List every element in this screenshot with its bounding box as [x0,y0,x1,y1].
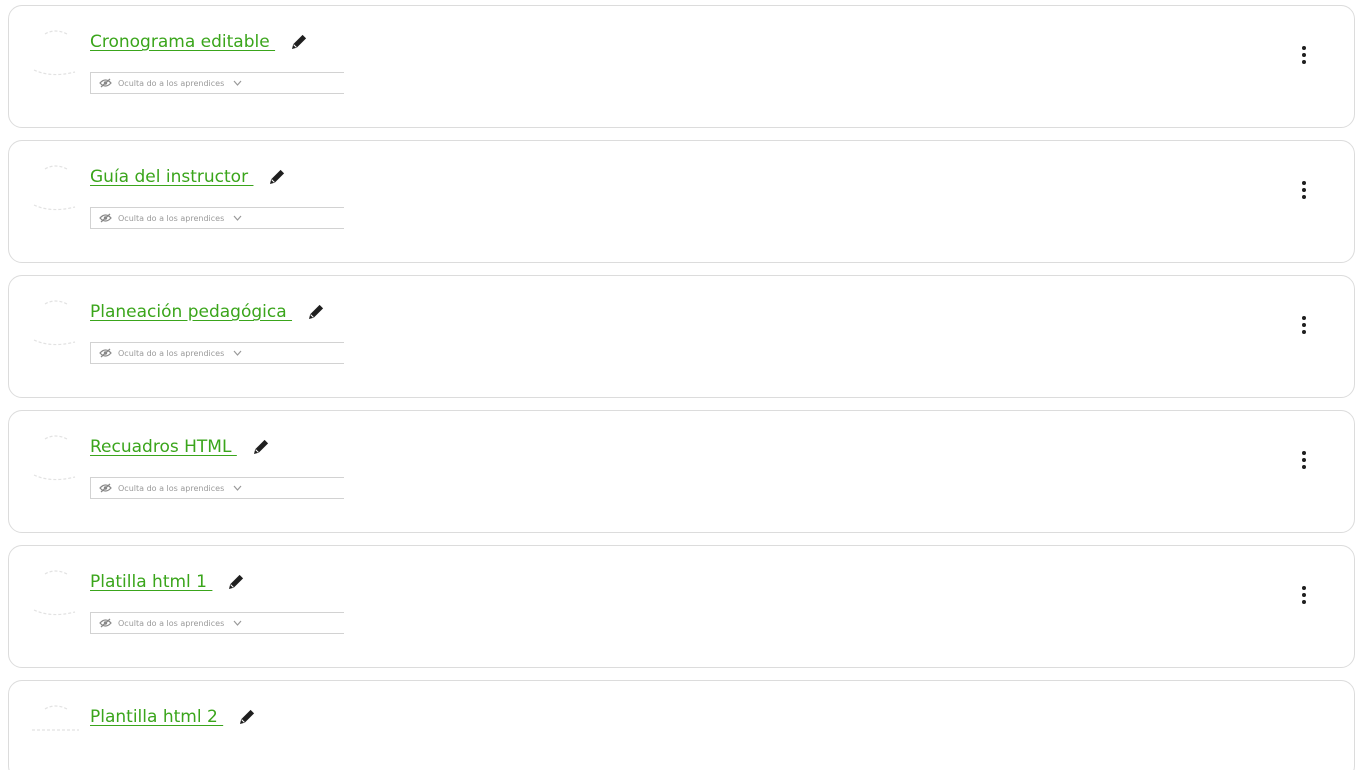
eye-slash-icon [99,618,112,628]
activity-thumbnail-icon [31,296,79,346]
visibility-label: Oculta do a los aprendices [118,213,225,223]
activity-card: Recuadros HTML Oculta do a los aprendice… [8,410,1355,533]
chevron-down-icon [233,485,242,491]
kebab-menu-icon[interactable] [1298,583,1310,607]
visibility-label: Oculta do a los aprendices [118,483,225,493]
visibility-label: Oculta do a los aprendices [118,618,225,628]
eye-slash-icon [99,78,112,88]
pencil-icon[interactable] [289,32,309,52]
activity-thumbnail-icon [31,161,79,211]
activity-list: Cronograma editable Oculta do a los apre… [0,0,1359,770]
pencil-icon[interactable] [251,437,271,457]
pencil-icon[interactable] [267,167,287,187]
activity-title-link[interactable]: Cronograma editable [90,32,275,52]
activity-card: Planeación pedagógica Oculta do a los ap… [8,275,1355,398]
activity-card: Platilla html 1 Oculta do a los aprendic… [8,545,1355,668]
activity-thumbnail-icon [31,431,79,481]
kebab-menu-icon[interactable] [1298,313,1310,337]
kebab-menu-icon[interactable] [1298,178,1310,202]
eye-slash-icon [99,213,112,223]
visibility-dropdown[interactable]: Oculta do a los aprendices [90,72,344,94]
activity-thumbnail-icon [31,566,79,616]
kebab-menu-icon[interactable] [1298,43,1310,67]
activity-title-link[interactable]: Guía del instructor [90,167,253,187]
visibility-label: Oculta do a los aprendices [118,348,225,358]
activity-title-link[interactable]: Recuadros HTML [90,437,237,457]
eye-slash-icon [99,348,112,358]
visibility-dropdown[interactable]: Oculta do a los aprendices [90,207,344,229]
activity-thumbnail-icon [31,701,79,751]
chevron-down-icon [233,215,242,221]
activity-title-link[interactable]: Plantilla html 2 [90,707,223,727]
pencil-icon[interactable] [306,302,326,322]
pencil-icon[interactable] [226,572,246,592]
visibility-label: Oculta do a los aprendices [118,78,225,88]
kebab-menu-icon[interactable] [1298,448,1310,472]
chevron-down-icon [233,620,242,626]
visibility-dropdown[interactable]: Oculta do a los aprendices [90,342,344,364]
activity-card: Cronograma editable Oculta do a los apre… [8,5,1355,128]
pencil-icon[interactable] [237,707,257,727]
chevron-down-icon [233,350,242,356]
activity-card: Guía del instructor Oculta do a los apre… [8,140,1355,263]
visibility-dropdown[interactable]: Oculta do a los aprendices [90,477,344,499]
chevron-down-icon [233,80,242,86]
activity-title-link[interactable]: Planeación pedagógica [90,302,292,322]
activity-thumbnail-icon [31,26,79,76]
eye-slash-icon [99,483,112,493]
activity-title-link[interactable]: Platilla html 1 [90,572,212,592]
activity-card: Plantilla html 2 [8,680,1355,770]
visibility-dropdown[interactable]: Oculta do a los aprendices [90,612,344,634]
